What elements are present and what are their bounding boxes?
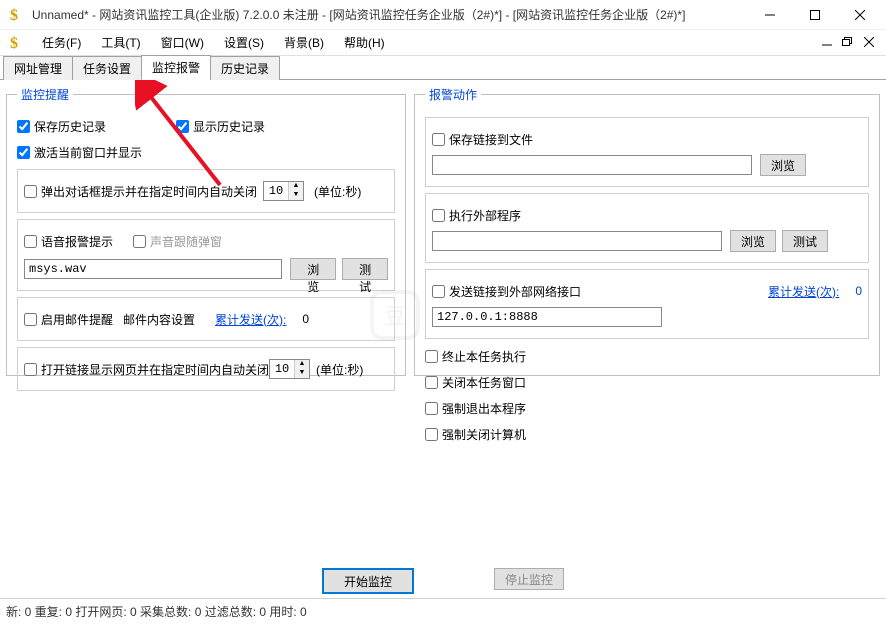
- monitor-reminder-group: 监控提醒 保存历史记录 显示历史记录 激活当前窗口并显示 弹出对话框提示并在指定…: [6, 86, 406, 376]
- minimize-button[interactable]: [747, 1, 792, 29]
- popup-seconds-spinner[interactable]: ▲▼: [263, 181, 304, 201]
- ext-send-count-value: 0: [855, 284, 862, 298]
- external-address-input[interactable]: [432, 307, 662, 327]
- menu-tools[interactable]: 工具(T): [91, 31, 150, 54]
- mdi-restore-button[interactable]: [840, 34, 856, 52]
- open-link-close-checkbox[interactable]: 打开链接显示网页并在指定时间内自动关闭: [24, 361, 269, 378]
- send-link-external-checkbox[interactable]: 发送链接到外部网络接口: [432, 283, 581, 300]
- tab-url-manage[interactable]: 网址管理: [3, 56, 73, 80]
- mdi-minimize-button[interactable]: [820, 34, 834, 52]
- stop-task-checkbox[interactable]: 终止本任务执行: [425, 348, 526, 365]
- save-link-file-checkbox[interactable]: 保存链接到文件: [432, 131, 533, 148]
- save-link-browse-button[interactable]: 浏览: [760, 154, 806, 176]
- app-icon: $: [10, 7, 26, 23]
- menu-background[interactable]: 背景(B): [274, 31, 334, 54]
- close-window-checkbox[interactable]: 关闭本任务窗口: [425, 374, 526, 391]
- save-history-checkbox[interactable]: 保存历史记录: [17, 118, 106, 135]
- tab-history[interactable]: 历史记录: [210, 56, 280, 80]
- exec-external-checkbox[interactable]: 执行外部程序: [432, 207, 521, 224]
- sound-file-input[interactable]: [24, 259, 282, 279]
- voice-alarm-checkbox[interactable]: 语音报警提示: [24, 233, 113, 250]
- start-monitor-button[interactable]: 开始监控: [322, 568, 414, 594]
- menu-task[interactable]: 任务(F): [32, 31, 91, 54]
- alarm-action-legend: 报警动作: [425, 86, 481, 103]
- save-link-file-input[interactable]: [432, 155, 752, 175]
- sound-test-button[interactable]: 测试: [342, 258, 388, 280]
- exec-test-button[interactable]: 测试: [782, 230, 828, 252]
- open-link-seconds-spinner[interactable]: ▲▼: [269, 359, 310, 379]
- monitor-reminder-legend: 监控提醒: [17, 86, 73, 103]
- force-shutdown-checkbox[interactable]: 强制关闭计算机: [425, 426, 526, 443]
- menu-help[interactable]: 帮助(H): [334, 31, 395, 54]
- tab-monitor-alarm[interactable]: 监控报警: [141, 55, 211, 80]
- activate-window-checkbox[interactable]: 激活当前窗口并显示: [17, 144, 142, 161]
- menu-settings[interactable]: 设置(S): [214, 31, 274, 54]
- exec-browse-button[interactable]: 浏览: [730, 230, 776, 252]
- mail-settings-label: 邮件内容设置: [123, 311, 195, 328]
- close-button[interactable]: [837, 1, 882, 29]
- status-bar: 新: 0 重复: 0 打开网页: 0 采集总数: 0 过滤总数: 0 用时: 0: [0, 598, 886, 624]
- sound-follow-checkbox[interactable]: 声音跟随弹窗: [133, 233, 222, 250]
- menu-window[interactable]: 窗口(W): [151, 31, 214, 54]
- show-history-checkbox[interactable]: 显示历史记录: [176, 118, 265, 135]
- tab-task-settings[interactable]: 任务设置: [72, 56, 142, 80]
- app-icon-small: $: [10, 35, 26, 51]
- mail-send-count-link[interactable]: 累计发送(次):: [215, 311, 286, 328]
- enable-mail-checkbox[interactable]: 启用邮件提醒: [24, 311, 113, 328]
- unit-seconds-label-2: (单位:秒): [316, 361, 363, 378]
- force-exit-checkbox[interactable]: 强制退出本程序: [425, 400, 526, 417]
- alarm-action-group: 报警动作 保存链接到文件 浏览 执行外部程序: [414, 86, 880, 376]
- exec-external-input[interactable]: [432, 231, 722, 251]
- maximize-button[interactable]: [792, 1, 837, 29]
- mdi-close-button[interactable]: [862, 34, 876, 52]
- popup-close-checkbox[interactable]: 弹出对话框提示并在指定时间内自动关闭: [24, 183, 257, 200]
- mail-send-count-value: 0: [302, 312, 309, 326]
- unit-seconds-label: (单位:秒): [314, 183, 361, 200]
- ext-send-count-link[interactable]: 累计发送(次):: [768, 283, 839, 300]
- sound-browse-button[interactable]: 浏览: [290, 258, 336, 280]
- stop-monitor-button[interactable]: 停止监控: [494, 568, 564, 590]
- window-title: Unnamed* - 网站资讯监控工具(企业版) 7.2.0.0 未注册 - […: [32, 6, 747, 23]
